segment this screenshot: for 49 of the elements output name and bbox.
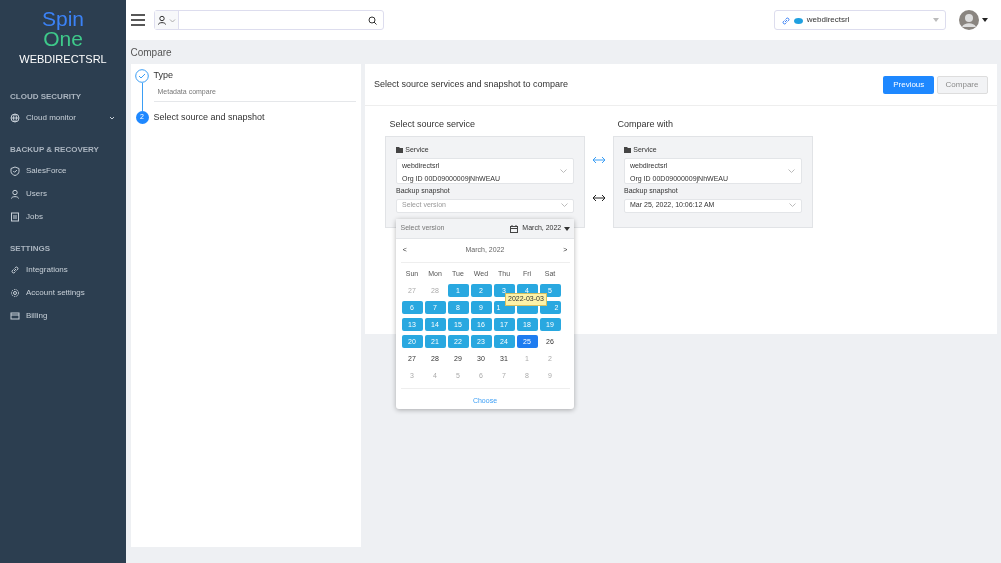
section-title: CLOUD SECURITY (9, 90, 83, 103)
avatar-icon[interactable] (959, 10, 980, 30)
caret-icon (981, 18, 988, 22)
folder-icon (624, 147, 631, 154)
previous-button[interactable]: Previous (883, 75, 935, 94)
page-title: Compare (130, 45, 173, 60)
clipboard-icon (10, 212, 20, 223)
menu-icon[interactable] (130, 14, 145, 26)
logo-text: Spin (42, 9, 84, 29)
chevron-icon (561, 203, 568, 208)
section-heading: Compare with (616, 118, 675, 131)
link-icon (10, 265, 20, 276)
swap-arrow-icon (592, 156, 606, 164)
logo-text: One (43, 29, 83, 49)
swap-arrow-icon (592, 194, 606, 202)
sidebar-item[interactable]: Users (0, 182, 126, 206)
caret-icon (932, 18, 939, 22)
search-icon (367, 15, 377, 25)
step-title: Select source and snapshot (153, 110, 266, 124)
chevron-icon (788, 168, 795, 174)
card-icon (10, 311, 20, 322)
sidebar-item[interactable]: Billing (0, 304, 126, 328)
user-icon (156, 15, 167, 25)
caret-icon (563, 226, 570, 231)
gear-icon (10, 288, 20, 299)
sidebar-item[interactable]: Account settings (0, 281, 126, 305)
folder-icon (396, 147, 403, 154)
calendar-icon (509, 224, 518, 233)
account-dropdown[interactable]: webdirectsrl (773, 10, 946, 30)
chevron-icon (789, 203, 796, 208)
sidebar-item[interactable]: Jobs (0, 205, 126, 229)
chevron-icon (560, 168, 567, 174)
section-heading: Select source service (388, 118, 477, 131)
cloud-icon (793, 16, 803, 24)
sidebar-item[interactable]: Cloud monitor (0, 106, 126, 130)
shield-icon (10, 166, 20, 177)
user-filter-dropdown[interactable] (154, 11, 180, 29)
globe-icon (10, 113, 20, 124)
search-field[interactable] (153, 10, 384, 30)
chevron-icon (169, 16, 176, 24)
section-title: BACKUP & RECOVERY (9, 143, 100, 156)
panel-heading: Select source services and snapshot to compare (374, 77, 570, 91)
sidebar-item[interactable]: Integrations (0, 258, 126, 282)
section-title: SETTINGS (9, 242, 51, 255)
link-icon (780, 15, 790, 25)
sidebar-item[interactable]: SalesForce (0, 159, 126, 183)
step-title: Type (153, 68, 174, 82)
user-icon (10, 189, 20, 200)
organization-name: WEBDIRECTSRL (19, 52, 107, 68)
